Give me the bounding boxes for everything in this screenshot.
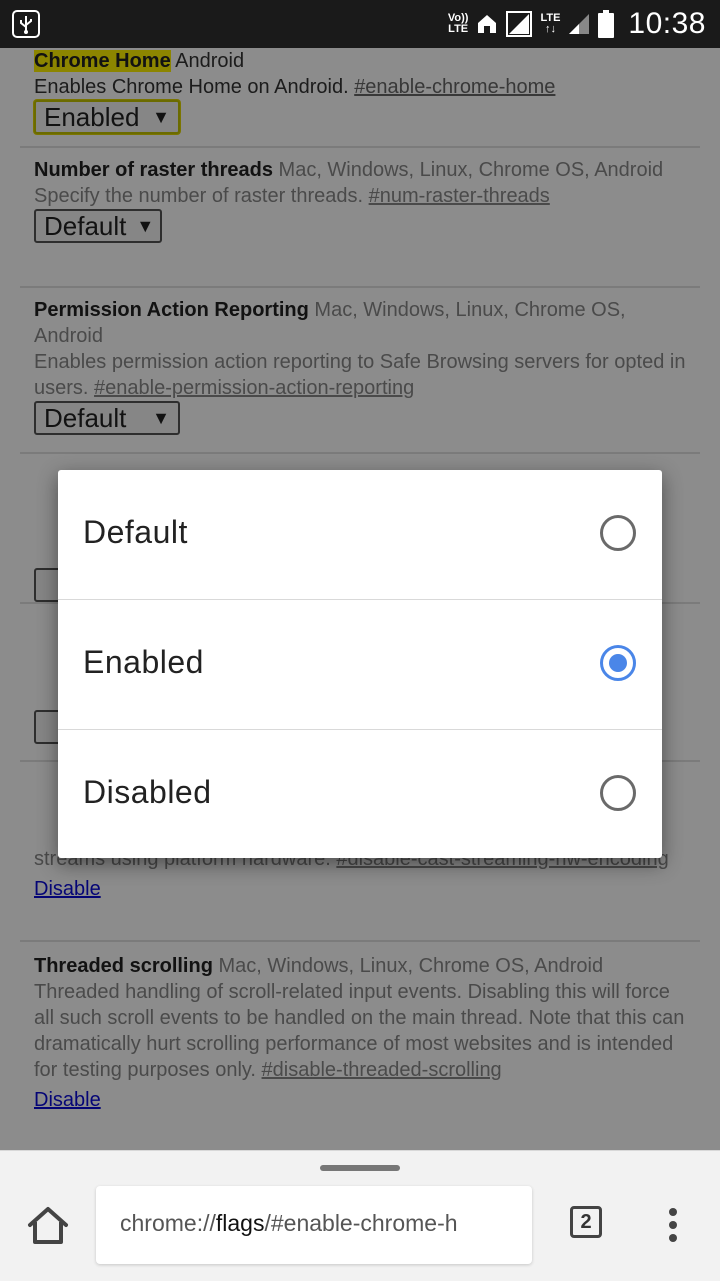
radio-button[interactable] bbox=[600, 515, 636, 551]
clock: 10:38 bbox=[628, 7, 706, 40]
home-network-icon bbox=[478, 15, 497, 33]
status-bar: Vo)) LTE LTE ↑↓ 10:38 bbox=[0, 0, 720, 48]
usb-icon bbox=[12, 10, 40, 38]
option-label: Disabled bbox=[83, 774, 212, 810]
option-disabled[interactable]: Disabled bbox=[58, 730, 662, 859]
home-icon[interactable] bbox=[26, 1205, 70, 1245]
overflow-menu-icon[interactable] bbox=[668, 1208, 678, 1248]
radio-button-selected[interactable] bbox=[600, 645, 636, 681]
battery-icon bbox=[598, 10, 615, 38]
tab-switcher-button[interactable]: 2 bbox=[570, 1206, 602, 1238]
signal-icon bbox=[506, 11, 533, 37]
option-label: Default bbox=[83, 514, 188, 550]
url-path: /#enable-chrome-h bbox=[264, 1210, 458, 1236]
lte-indicator: LTE ↑↓ bbox=[540, 12, 561, 35]
signal-strength-icon bbox=[569, 14, 590, 34]
option-label: Enabled bbox=[83, 644, 204, 680]
radio-button[interactable] bbox=[600, 775, 636, 811]
option-enabled[interactable]: Enabled bbox=[58, 600, 662, 730]
bottom-toolbar: chrome://flags/#enable-chrome-h 2 bbox=[0, 1150, 720, 1281]
drag-handle[interactable] bbox=[320, 1165, 400, 1171]
url-host: flags bbox=[215, 1210, 265, 1236]
option-default[interactable]: Default bbox=[58, 470, 662, 600]
url-text: chrome://flags/#enable-chrome-h bbox=[120, 1210, 458, 1237]
url-scheme: chrome:// bbox=[120, 1210, 216, 1236]
select-dialog: Default Enabled Disabled bbox=[58, 470, 662, 858]
volte-indicator: Vo)) LTE bbox=[447, 12, 469, 35]
url-bar[interactable]: chrome://flags/#enable-chrome-h bbox=[96, 1186, 532, 1264]
